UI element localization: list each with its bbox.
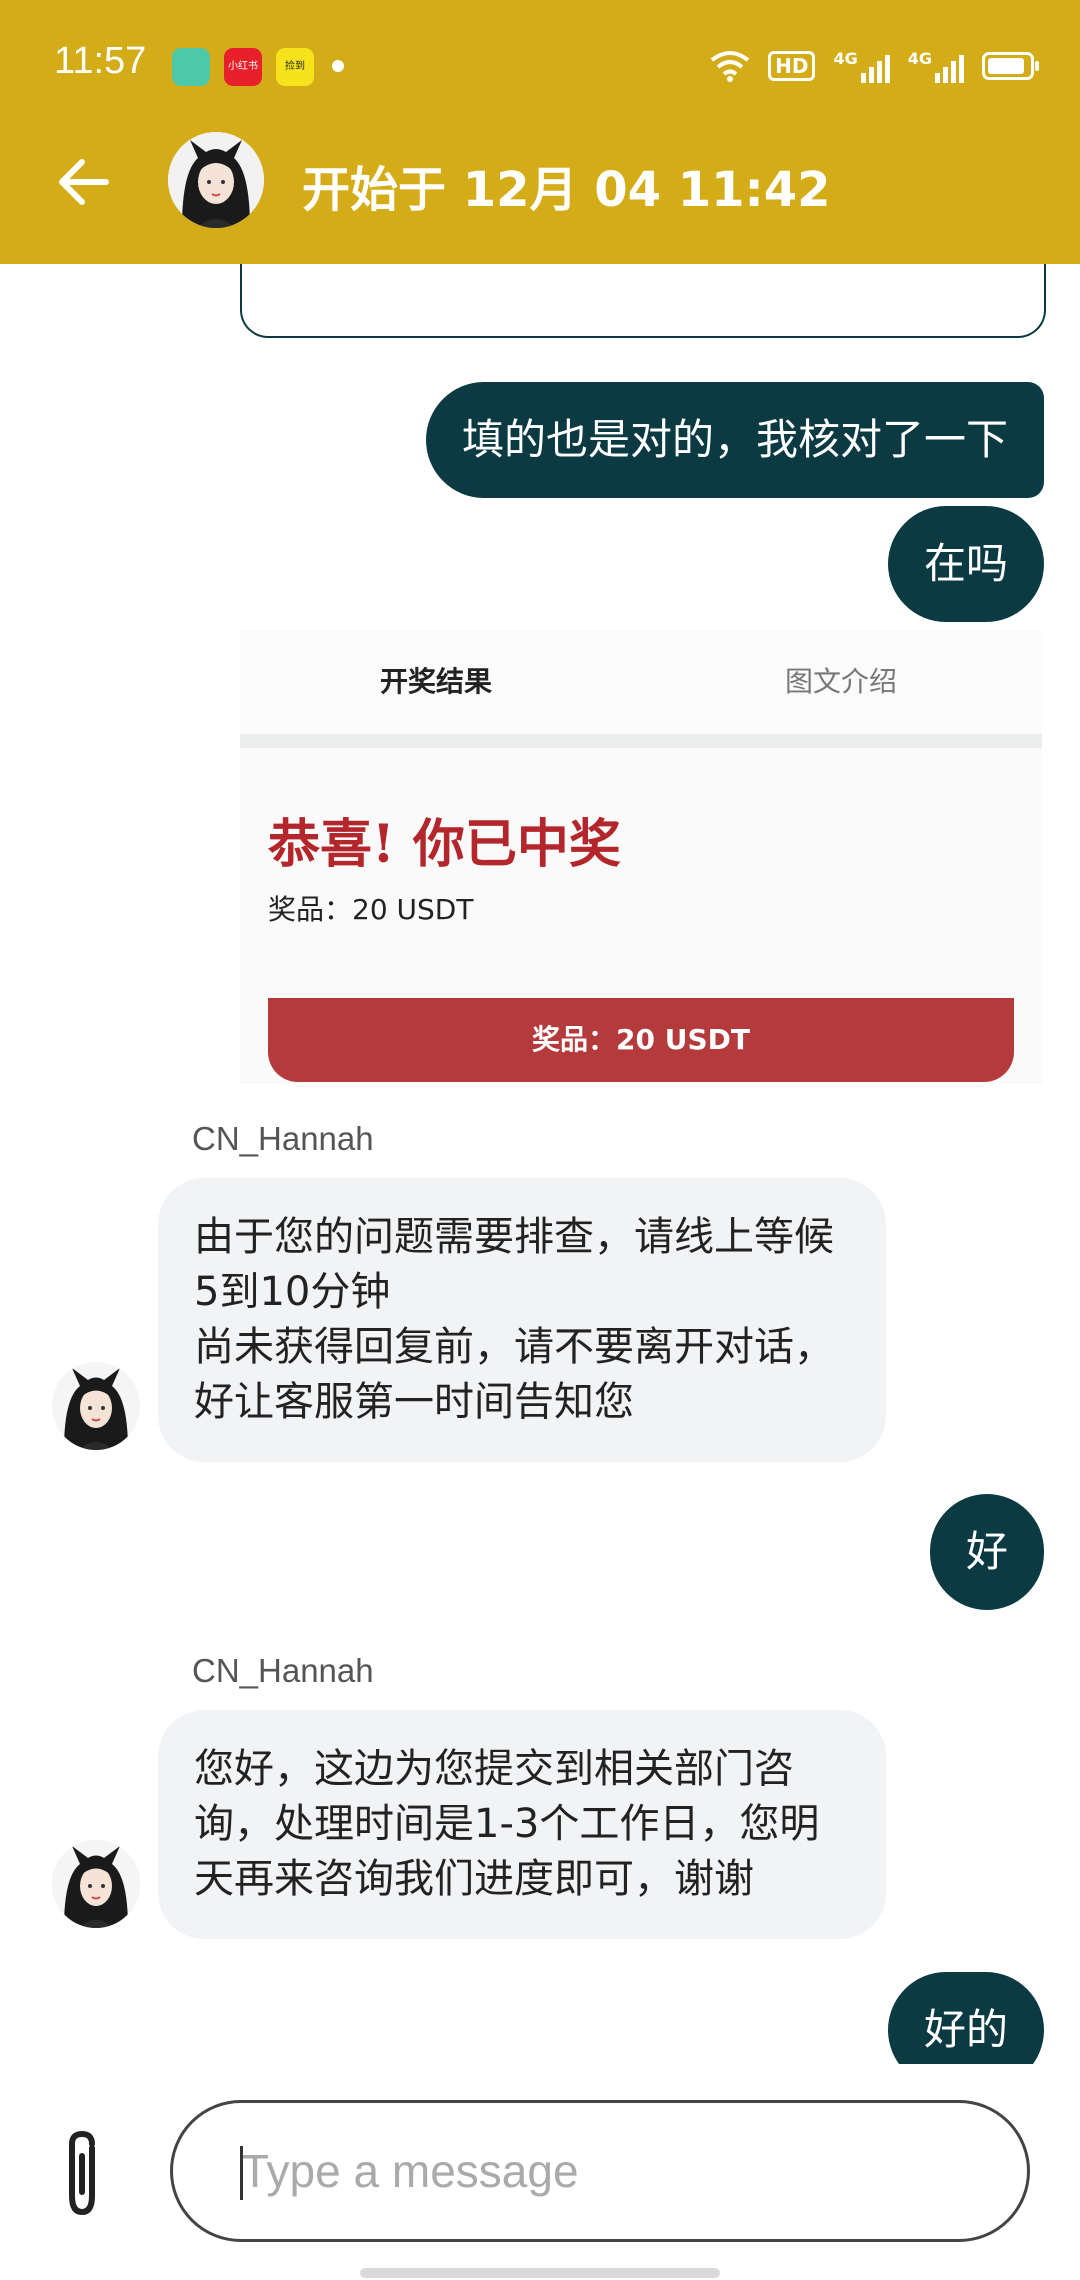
app-yellow-icon: 捡到: [276, 48, 314, 86]
image-message[interactable]: 开奖结果 图文介绍 恭喜! 你已中奖 奖品：20 USDT 奖品：20 USDT: [240, 630, 1042, 1084]
battery-icon: [982, 52, 1039, 80]
message-line: 由于您的问题需要排查，请线上等候5到10分钟: [194, 1214, 834, 1315]
image-tab-results: 开奖结果: [380, 665, 493, 698]
incoming-message[interactable]: 您好，这边为您提交到相关部门咨询，处理时间是1-3个工作日，您明天再来咨询我们进…: [158, 1710, 886, 1939]
outgoing-message[interactable]: 好的: [887, 1972, 1044, 2064]
status-time: 11:57: [54, 40, 147, 82]
image-prize-button: 奖品：20 USDT: [268, 998, 1014, 1082]
hd-badge: HD: [768, 51, 816, 81]
outgoing-message[interactable]: 填的也是对的，我核对了一下: [425, 382, 1044, 498]
wifi-icon: [710, 51, 750, 82]
network-label-2: 4G: [907, 49, 932, 68]
status-right-icons: HD 4G 4G: [710, 44, 1039, 88]
xiaohongshu-icon: 小红书: [224, 48, 262, 86]
image-prize-text: 奖品：20 USDT: [268, 893, 474, 926]
paperclip-icon[interactable]: [52, 2126, 112, 2222]
agent-avatar-small[interactable]: [52, 1840, 140, 1928]
network-label-1: 4G: [833, 49, 858, 68]
message-composer: Type a message: [0, 2064, 1080, 2280]
image-congrats-text: 恭喜! 你已中奖: [268, 814, 621, 875]
signal-icon-1: 4G: [833, 49, 890, 83]
agent-avatar-small[interactable]: [52, 1362, 140, 1450]
outgoing-message[interactable]: 好: [929, 1494, 1044, 1610]
agent-avatar[interactable]: [168, 132, 264, 228]
signal-icon-2: 4G: [908, 49, 964, 83]
chat-title: 开始于 12月 04 11:42: [302, 162, 831, 218]
incoming-message[interactable]: 由于您的问题需要排查，请线上等候5到10分钟 尚未获得回复前，请不要离开对话，好…: [158, 1178, 886, 1462]
phone-icon: [172, 48, 210, 86]
message-line: 您好，这边为您提交到相关部门咨询，处理时间是1-3个工作日，您明天再来咨询我们进…: [194, 1746, 820, 1902]
avatar-image: [52, 1840, 140, 1928]
app-header: 11:57 小红书 捡到 HD 4G 4G 开始于 12月 04 11:42: [0, 0, 1080, 264]
home-indicator[interactable]: [360, 2268, 720, 2278]
message-input[interactable]: Type a message: [170, 2100, 1030, 2242]
text-caret: [240, 2146, 243, 2200]
message-line: 尚未获得回复前，请不要离开对话，好让客服第一时间告知您: [194, 1324, 834, 1425]
image-tab-bar: 开奖结果 图文介绍: [240, 630, 1042, 748]
sender-name: CN_Hannah: [192, 1652, 374, 1689]
outgoing-message[interactable]: 在吗: [887, 506, 1044, 622]
back-arrow-icon[interactable]: [52, 150, 116, 214]
avatar-image: [168, 132, 264, 228]
chat-scroll-area[interactable]: 填的也是对的，我核对了一下 在吗 开奖结果 图文介绍 恭喜! 你已中奖 奖品：2…: [0, 264, 1080, 2064]
notification-dot-icon: [332, 60, 344, 72]
image-tab-intro: 图文介绍: [785, 665, 898, 698]
previous-message-card: [240, 264, 1046, 338]
avatar-image: [52, 1362, 140, 1450]
sender-name: CN_Hannah: [192, 1120, 374, 1157]
battery-level: [988, 58, 1024, 74]
